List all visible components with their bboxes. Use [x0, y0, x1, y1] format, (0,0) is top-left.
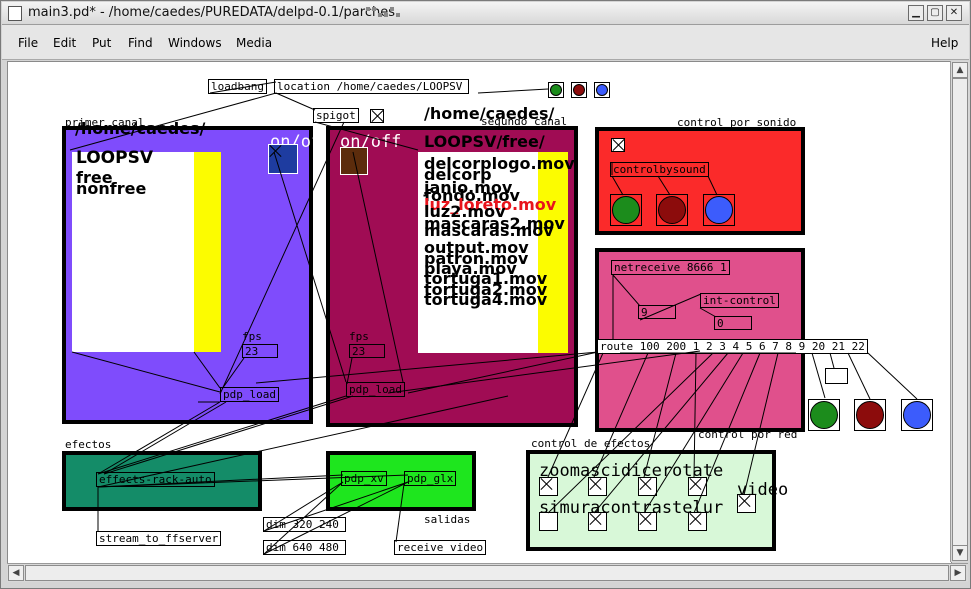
title-bar[interactable]: main3.pd* - /home/caedes/PUREDATA/delpd-…: [2, 2, 969, 25]
menu-edit[interactable]: Edit: [53, 36, 76, 50]
maximize-button[interactable]: ▢: [927, 5, 943, 21]
patch-cords: [69, 81, 918, 555]
scroll-up-arrow-icon[interactable]: ▲: [952, 62, 968, 78]
horizontal-scrollbar[interactable]: ◀ ▶: [7, 563, 968, 582]
scroll-right-arrow-icon[interactable]: ▶: [950, 565, 966, 581]
vertical-scroll-thumb[interactable]: [952, 78, 968, 546]
scroll-left-arrow-icon[interactable]: ◀: [8, 565, 24, 581]
pd-patch-window: main3.pd* - /home/caedes/PUREDATA/delpd-…: [0, 0, 971, 589]
scroll-down-arrow-icon[interactable]: ▼: [952, 545, 968, 561]
menu-find[interactable]: Find: [128, 36, 153, 50]
menu-file[interactable]: File: [18, 36, 38, 50]
menu-bar: File Edit Put Find Windows Media Help: [2, 25, 969, 60]
window-title: main3.pd* - /home/caedes/PUREDATA/delpd-…: [28, 5, 395, 20]
close-button[interactable]: ✕: [946, 5, 962, 21]
window-icon: [8, 6, 22, 21]
menu-put[interactable]: Put: [92, 36, 111, 50]
patch-canvas[interactable]: primer canal /home/caedes/ LOOPSV free n…: [7, 61, 952, 564]
horizontal-scroll-thumb[interactable]: [25, 565, 949, 581]
minimize-button[interactable]: ▁: [908, 5, 924, 21]
vertical-scrollbar[interactable]: ▲ ▼: [950, 61, 969, 562]
menu-help[interactable]: Help: [931, 36, 958, 50]
menu-media[interactable]: Media: [236, 36, 272, 50]
menu-windows[interactable]: Windows: [168, 36, 222, 50]
titlebar-grip-icon: [366, 7, 400, 17]
